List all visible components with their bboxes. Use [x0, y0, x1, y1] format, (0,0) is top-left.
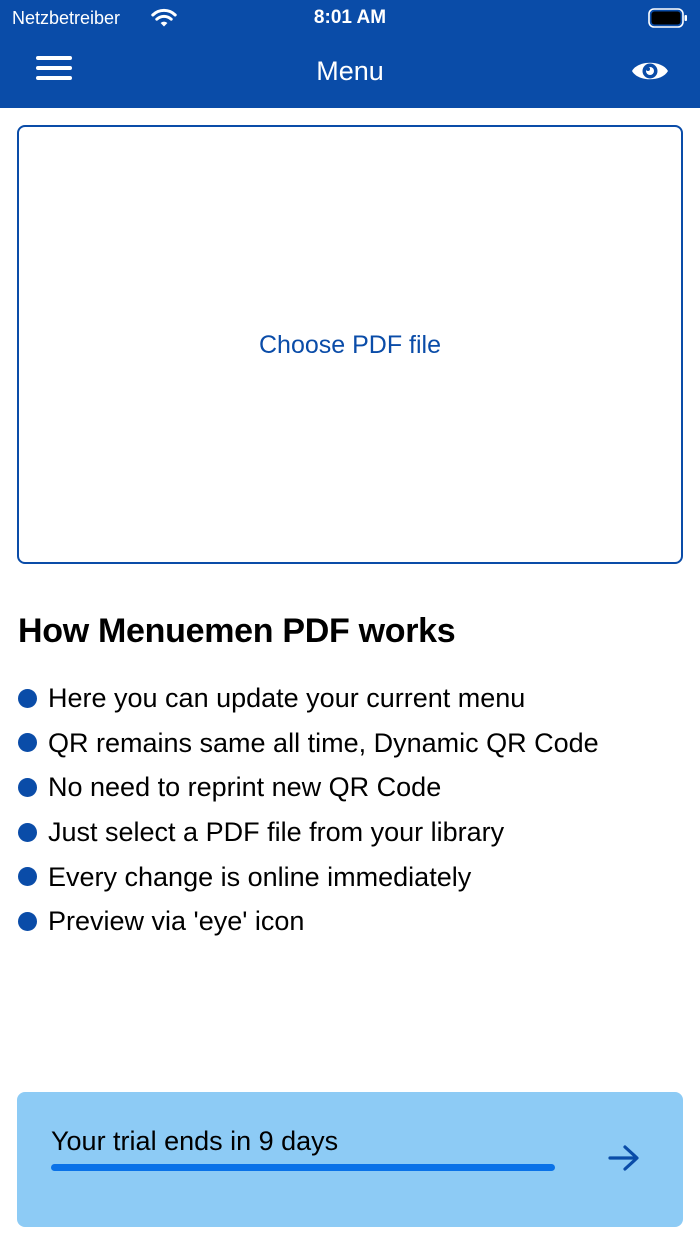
- list-item-text: No need to reprint new QR Code: [48, 772, 442, 803]
- choose-pdf-label: Choose PDF file: [258, 330, 442, 359]
- list-item: No need to reprint new QR Code: [18, 765, 688, 810]
- list-item-text: Just select a PDF file from your library: [48, 817, 505, 848]
- list-item: Here you can update your current menu: [18, 676, 688, 721]
- status-bar: Netzbetreiber 8:01 AM: [0, 0, 700, 36]
- bullet-dot-icon: [18, 777, 37, 797]
- hamburger-icon-line: [36, 66, 72, 70]
- choose-pdf-button[interactable]: Choose PDF file: [17, 125, 683, 564]
- bullet-dot-icon: [18, 911, 37, 931]
- bullet-dot-icon: [18, 867, 37, 887]
- bullet-dot-icon: [18, 733, 37, 753]
- list-item-text: QR remains same all time, Dynamic QR Cod…: [48, 727, 599, 758]
- list-item-text: Every change is online immediately: [48, 861, 472, 892]
- trial-progress-bar: [51, 1164, 555, 1171]
- list-item-text: Here you can update your current menu: [48, 683, 526, 714]
- status-time: 8:01 AM: [313, 7, 387, 28]
- list-item: Every change is online immediately: [18, 854, 688, 899]
- top-bar: Netzbetreiber 8:01 AM Menu: [0, 0, 700, 108]
- list-item: QR remains same all time, Dynamic QR Cod…: [18, 721, 688, 766]
- navigation-bar: Menu: [0, 36, 700, 108]
- hamburger-icon-line: [36, 76, 72, 80]
- list-item: Just select a PDF file from your library: [18, 810, 688, 855]
- page-title: Menu: [316, 56, 384, 86]
- how-it-works-title: How Menuemen PDF works: [18, 612, 456, 650]
- bullet-dot-icon: [18, 688, 37, 708]
- trial-text: Your trial ends in 9 days: [51, 1126, 339, 1156]
- battery-icon: [648, 8, 687, 28]
- arrow-right-icon: [608, 1145, 639, 1171]
- list-item-text: Preview via 'eye' icon: [48, 906, 305, 937]
- hamburger-menu-button[interactable]: [30, 48, 76, 88]
- bullet-dot-icon: [18, 822, 37, 842]
- list-item: Preview via 'eye' icon: [18, 899, 688, 944]
- preview-eye-button[interactable]: [628, 54, 672, 88]
- hamburger-icon: [36, 56, 72, 60]
- trial-banner[interactable]: Your trial ends in 9 days: [17, 1092, 683, 1227]
- eye-icon: [632, 62, 668, 80]
- how-it-works-list: Here you can update your current menu QR…: [18, 676, 688, 944]
